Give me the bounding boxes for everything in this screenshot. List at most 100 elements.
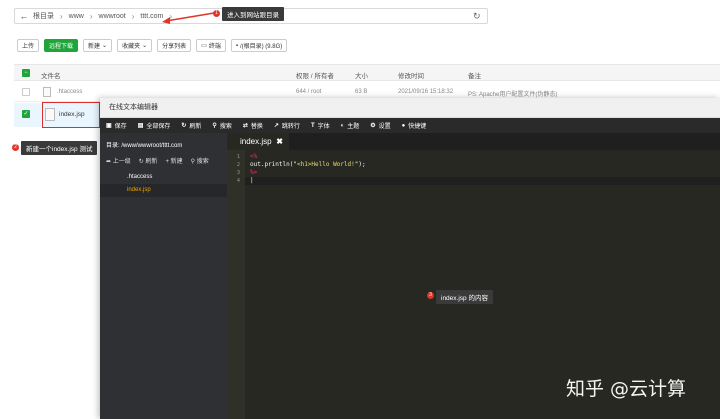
code-line-1[interactable]: <%	[250, 153, 257, 160]
sidebar-refresh-button[interactable]: ↻ 刷新	[139, 156, 158, 165]
refresh-icon: ↻	[181, 123, 187, 129]
line-number: 4	[236, 178, 240, 184]
line-gutter: 1 2 3 4	[227, 150, 245, 419]
disk-icon: ▪	[235, 42, 238, 49]
header-note: 备注	[468, 73, 481, 80]
upload-button[interactable]: 上传	[17, 39, 40, 52]
new-label: 新建	[88, 44, 101, 50]
save-label: 保存	[114, 124, 127, 130]
sidebar-file-active[interactable]: index.jsp	[100, 184, 227, 197]
refresh-label: 刷新	[189, 124, 202, 130]
callout-number-1: 1	[213, 10, 220, 17]
info-icon: ●	[401, 122, 406, 129]
callout-file-content: index.jsp 的内容	[436, 290, 493, 304]
remote-download-button[interactable]: 远程下载	[44, 39, 79, 52]
go-up-label: 上一级	[112, 159, 131, 165]
disk-label: /(根目录) (9.8G)	[239, 44, 283, 50]
theme-button[interactable]: ◐ 主题	[340, 121, 360, 131]
save-all-button[interactable]: ▤ 全部保存	[138, 121, 171, 130]
sidebar-file[interactable]: .htaccess	[100, 171, 227, 184]
callout-enter-dir: 进入到网站跟目录	[222, 7, 284, 21]
highlight-box	[42, 102, 100, 128]
search-button[interactable]: ⚲ 搜索	[212, 121, 231, 130]
chevron-down-icon: ⌄	[142, 43, 148, 49]
font-button[interactable]: T 字体	[310, 121, 330, 131]
chevron-right-icon: ›	[89, 11, 93, 21]
share-list-button[interactable]: 分享列表	[157, 39, 192, 52]
code-string: <h1>Hello World!	[296, 161, 355, 168]
active-line	[245, 177, 720, 185]
replace-button[interactable]: ⇄ 替换	[243, 121, 263, 130]
file-name[interactable]: .htaccess	[57, 89, 82, 95]
gear-icon: ⚙	[370, 123, 376, 129]
search-label: 搜索	[219, 124, 232, 130]
replace-label: 替换	[250, 124, 263, 130]
terminal-button[interactable]: ▭ 终端	[196, 39, 226, 52]
row-checkbox[interactable]	[22, 88, 30, 96]
refresh-button[interactable]: ↻ 刷新	[181, 121, 201, 130]
crumb-www[interactable]: www	[69, 13, 84, 20]
theme-label: 主题	[347, 124, 360, 130]
sidebar-new-button[interactable]: + 新建	[165, 156, 182, 165]
font-icon: T	[310, 122, 315, 129]
terminal-icon: ▭	[201, 43, 207, 49]
crumb-wwwroot[interactable]: wwwroot	[99, 13, 126, 20]
editor-title: 在线文本编辑器	[100, 98, 720, 118]
plus-icon: +	[165, 159, 169, 165]
header-mtime[interactable]: 修改时间	[398, 70, 424, 80]
callout-number-3: 3	[427, 292, 434, 299]
favorites-button[interactable]: 收藏夹 ⌄	[117, 39, 153, 52]
back-arrow-icon[interactable]: ←	[15, 11, 33, 21]
editor-sidebar: 目录: /www/wwwroot/tttt.com ➦ 上一级 ↻ 刷新 + 新…	[100, 133, 227, 419]
new-button[interactable]: 新建 ⌄	[83, 39, 113, 52]
sidebar-new-label: 新建	[170, 159, 183, 165]
code-line-3[interactable]: %>	[250, 169, 257, 176]
favorites-label: 收藏夹	[122, 44, 141, 50]
close-icon[interactable]: ✖	[276, 133, 283, 150]
header-size[interactable]: 大小	[355, 70, 368, 80]
file-perm[interactable]: 644 / root	[296, 89, 321, 95]
sidebar-search-button[interactable]: ⚲ 搜索	[191, 156, 209, 165]
file-size: 63 B	[355, 89, 368, 95]
header-name[interactable]: 文件名	[41, 70, 61, 80]
editor-toolbar: ▣ 保存 ▤ 全部保存 ↻ 刷新 ⚲ 搜索 ⇄ 替换 ↗ 跳转行 T 字体 ◐ 主题 ⚙ 设置 ●…	[100, 118, 720, 133]
annotation-arrow-icon	[162, 12, 215, 24]
settings-button[interactable]: ⚙ 设置	[370, 121, 390, 130]
watermark: 知乎 @云计算	[566, 378, 687, 400]
tab-index-jsp[interactable]: index.jsp ✖	[227, 133, 289, 150]
goto-line-button[interactable]: ↗ 跳转行	[274, 121, 300, 130]
code-line-2[interactable]: out.println("<h1>Hello World!");	[250, 161, 366, 168]
crumb-root[interactable]: 根目录	[33, 11, 54, 21]
goto-icon: ↗	[273, 123, 279, 129]
chevron-right-icon: ›	[60, 11, 63, 21]
disk-button[interactable]: ▪/(根目录) (9.8G)	[230, 39, 288, 52]
select-all-checkbox[interactable]: −	[22, 69, 30, 77]
save-all-icon: ▤	[137, 123, 144, 129]
refresh-icon: ↻	[138, 159, 144, 165]
go-up-button[interactable]: ➦ 上一级	[106, 156, 131, 165]
callout-number-2: 2	[12, 144, 19, 151]
save-icon: ▣	[106, 123, 112, 129]
file-toolbar: 上传 远程下载 新建 ⌄ 收藏夹 ⌄ 分享列表 ▭ 终端 ▪/(根目录) (9.8G)	[17, 39, 288, 52]
refresh-icon[interactable]: ↻	[473, 11, 481, 22]
row-checkbox-checked[interactable]: ✓	[22, 110, 30, 118]
settings-label: 设置	[378, 124, 391, 130]
tab-bar: index.jsp ✖	[227, 133, 720, 150]
share-list-label: 分享列表	[162, 44, 187, 50]
tab-label: index.jsp	[240, 137, 272, 146]
theme-icon: ◐	[340, 122, 345, 129]
save-button[interactable]: ▣ 保存	[106, 121, 127, 130]
sidebar-refresh-label: 刷新	[145, 159, 158, 165]
code-text: ");	[354, 161, 366, 168]
goto-line-label: 跳转行	[281, 124, 300, 130]
save-all-label: 全部保存	[146, 124, 171, 130]
header-perm[interactable]: 权限 / 所有者	[296, 70, 334, 80]
file-note: PS: Apache用户配置文件(伪静态)	[468, 92, 558, 98]
search-icon: ⚲	[190, 159, 196, 165]
file-icon	[43, 87, 51, 97]
font-label: 字体	[317, 124, 330, 130]
line-number: 3	[236, 170, 240, 176]
chevron-right-icon: ›	[131, 11, 135, 21]
callout-new-file: 新建一个index.jsp 测试	[21, 141, 98, 155]
shortcuts-button[interactable]: ● 快捷键	[401, 121, 427, 131]
